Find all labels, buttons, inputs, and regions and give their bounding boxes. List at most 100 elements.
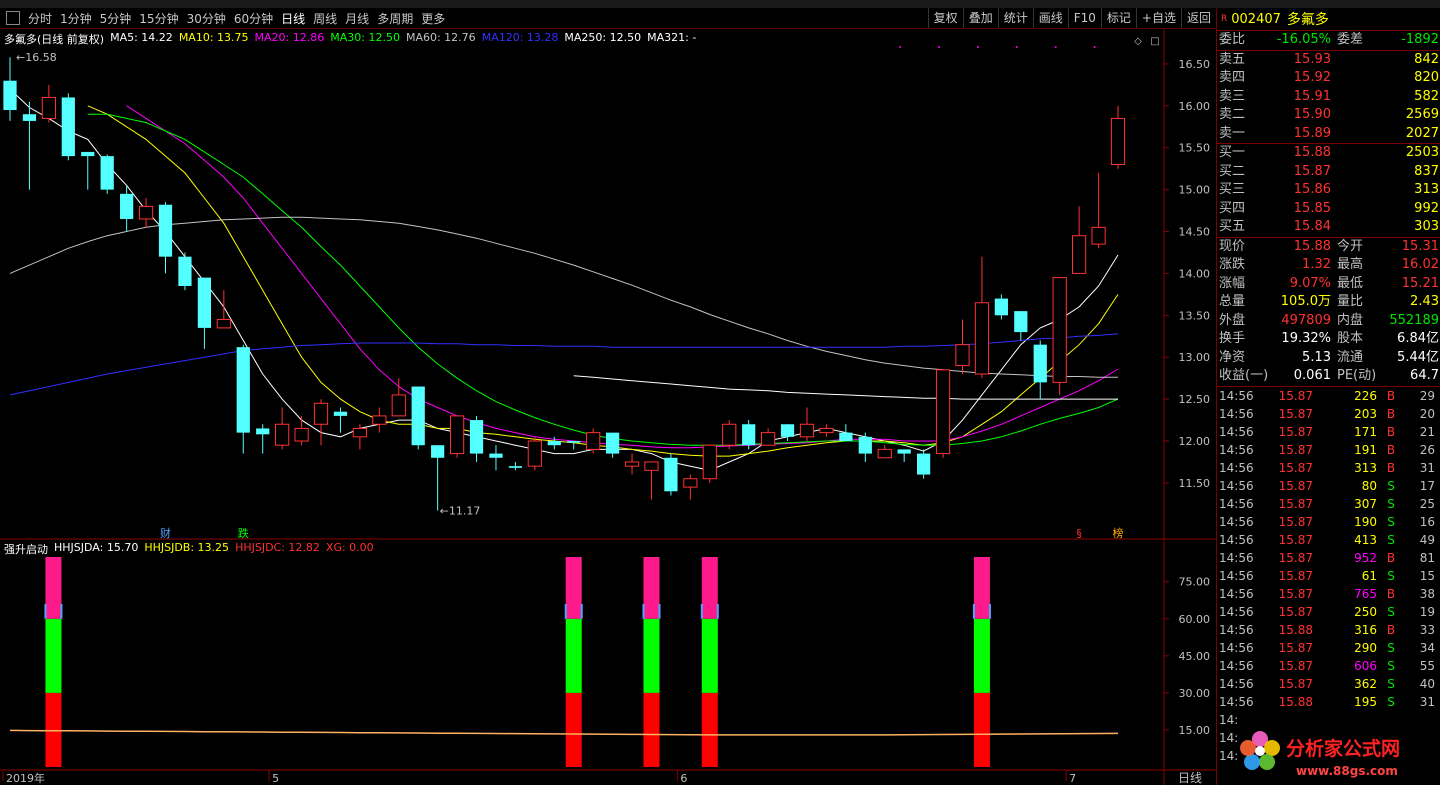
sell-row: 卖二 15.90 2569 <box>1217 106 1440 125</box>
tick-time: 14:56 <box>1219 532 1254 547</box>
signal-dot <box>1054 46 1057 48</box>
candle-body-up <box>644 461 659 471</box>
toolbar-button-3[interactable]: 画线 <box>1032 8 1068 28</box>
kline-chart[interactable]: 16.50 16.00 15.50 15.00 14.50 14.00 13.50 13.00… <box>0 29 1216 785</box>
candle-body-down <box>994 298 1008 316</box>
indicator-bar-green <box>701 618 718 693</box>
tick-count: 31 <box>1419 694 1435 709</box>
sell-label: 卖一 <box>1219 125 1246 141</box>
tick-time: 14:56 <box>1219 658 1254 673</box>
candle-body-down <box>742 424 756 446</box>
tick-count: 21 <box>1419 424 1435 439</box>
signal-dot <box>899 46 902 48</box>
tick-price: 15.87 <box>1278 676 1313 691</box>
date-axis-label: 5 <box>272 772 279 785</box>
candle-body-up <box>527 440 542 467</box>
toolbar-button-2[interactable]: 统计 <box>997 8 1033 28</box>
tick-row: 14:56 15.87 307 S 25 <box>1217 495 1440 513</box>
tab-period-9[interactable]: 多周期 <box>373 10 417 27</box>
tick-direction: S <box>1387 568 1395 583</box>
ma-legend-5: MA120: 13.28 <box>481 31 559 44</box>
candle-body-down <box>197 277 211 328</box>
ma-legend: 多氟多(日线 前复权) MA5: 14.22 MA10: 13.75 MA20: 1… <box>4 31 696 47</box>
tick-count: 81 <box>1419 550 1435 565</box>
period-tabs: 分时 1分钟 5分钟 15分钟 30分钟 60分钟 日线 周线 月线 多周期 更多 <box>24 10 449 27</box>
indicator-axis-label: 60.00 <box>1179 613 1211 626</box>
toolbar-button-6[interactable]: +自选 <box>1135 8 1181 28</box>
candle-body-up <box>1091 226 1106 245</box>
stat-row: 现价 15.88 今开 15.31 <box>1217 238 1440 257</box>
tab-period-0[interactable]: 分时 <box>24 10 56 27</box>
tick-row: 14:56 15.87 250 S 19 <box>1217 603 1440 621</box>
indicator-bar-red <box>643 692 660 767</box>
candle-body-up <box>352 427 368 438</box>
diamond-icon: ◇ <box>1134 36 1142 47</box>
candle-body-down <box>333 411 348 416</box>
toolbar-button-0[interactable]: 复权 <box>927 8 963 28</box>
tick-price: 15.87 <box>1278 514 1313 529</box>
candle-body-down <box>178 256 192 286</box>
indicator-bar-pink <box>973 557 990 619</box>
tab-period-6[interactable]: 日线 <box>277 10 309 27</box>
indicator-bar-pink <box>701 557 718 619</box>
tab-period-8[interactable]: 月线 <box>341 10 373 27</box>
tab-period-3[interactable]: 15分钟 <box>135 10 182 27</box>
stat-label: 最高 <box>1337 257 1364 272</box>
tab-period-10[interactable]: 更多 <box>417 10 449 27</box>
tab-period-5[interactable]: 60分钟 <box>230 10 277 27</box>
stat-row: 涨幅 9.07% 最低 15.21 <box>1217 275 1440 294</box>
tick-time: 14:56 <box>1219 676 1254 691</box>
weicha-value: -1892 <box>1401 32 1439 47</box>
toolbar-button-4[interactable]: F10 <box>1067 8 1101 28</box>
candle-body-down <box>508 466 523 468</box>
window-icon[interactable] <box>6 11 20 25</box>
buy-book: 买一 15.88 2503 买二 15.87 837 买三 15.86 313 买四 15.85 99… <box>1217 144 1440 238</box>
ma-legend-1: MA10: 13.75 <box>178 31 249 44</box>
candle-body-down <box>605 432 620 454</box>
tick-time: 14:56 <box>1219 406 1254 421</box>
tab-period-2[interactable]: 5分钟 <box>96 10 136 27</box>
candle-body-down <box>839 432 853 442</box>
candle-body-up <box>760 432 776 446</box>
toolbar-button-5[interactable]: 标记 <box>1100 8 1136 28</box>
candle-body-up <box>1110 117 1126 166</box>
tab-period-1[interactable]: 1分钟 <box>56 10 96 27</box>
tab-period-4[interactable]: 30分钟 <box>183 10 230 27</box>
tick-price: 15.87 <box>1278 640 1313 655</box>
sell-price: 15.89 <box>1293 125 1331 141</box>
buy-row: 买四 15.85 992 <box>1217 200 1440 219</box>
tick-count: 19 <box>1419 604 1435 619</box>
stat-label: 量比 <box>1337 294 1364 309</box>
price-axis-label: 12.00 <box>1179 435 1211 448</box>
toolbar-button-1[interactable]: 叠加 <box>962 8 998 28</box>
watermark-url: www.88gs.com <box>1296 764 1398 778</box>
candle-body-down <box>547 441 561 446</box>
tick-row: 14:56 15.87 203 B 20 <box>1217 405 1440 423</box>
tick-volume: 290 <box>1354 640 1377 655</box>
stat-label: 现价 <box>1219 238 1246 254</box>
tick-count: 38 <box>1419 586 1435 601</box>
toolbar-button-7[interactable]: 返回 <box>1180 8 1216 28</box>
indicator-bar-red <box>565 692 582 767</box>
candle-body-up <box>586 432 601 450</box>
tick-list[interactable]: 14:56 15.87 226 B 29 14:56 15.87 203 B 20 14:56 15.… <box>1217 387 1440 765</box>
indicator-legend: 强升启动 HHJSJDA: 15.70 HHJSJDB: 13.25 HHJSJDC… <box>4 541 374 557</box>
tick-direction: B <box>1386 586 1396 601</box>
tick-volume: 195 <box>1354 694 1377 709</box>
tab-period-7[interactable]: 周线 <box>309 10 341 27</box>
price-axis-label: 16.00 <box>1179 100 1211 113</box>
tick-price: 15.87 <box>1278 532 1313 547</box>
tick-count: 31 <box>1419 460 1435 475</box>
candle-body-up <box>391 394 406 417</box>
tick-price: 15.88 <box>1278 622 1313 637</box>
tick-price: 15.87 <box>1278 496 1313 511</box>
stat-row: 外盘 497809 内盘 552189 <box>1217 312 1440 331</box>
candle-body-up <box>138 205 154 220</box>
signal-dot <box>976 46 979 48</box>
tick-price <box>1265 711 1313 729</box>
indicator-value-2: HHJSJDC: 12.82 <box>235 541 320 554</box>
chart-area: 16.50 16.00 15.50 15.00 14.50 14.00 13.50 13.00… <box>0 29 1216 785</box>
tick-volume: 316 <box>1354 622 1377 637</box>
ma-legend-4: MA60: 12.76 <box>405 31 476 44</box>
sell-label: 卖三 <box>1219 88 1246 104</box>
